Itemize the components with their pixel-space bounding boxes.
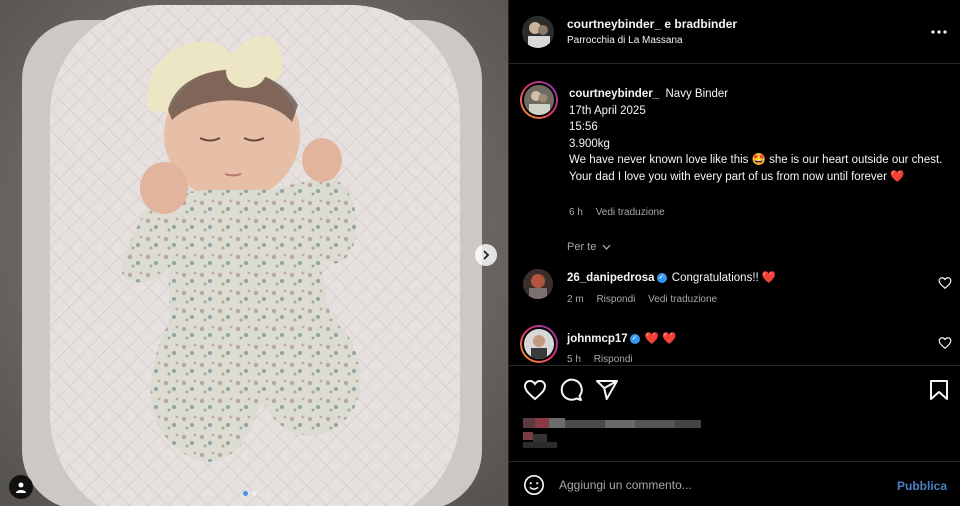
post-photo	[0, 0, 508, 506]
caption-line-5: We have never known love like this 🤩 she…	[569, 154, 943, 183]
user-tag-icon	[16, 482, 26, 493]
chevron-down-icon	[602, 244, 611, 251]
for-you-label: Per te	[567, 241, 597, 253]
avatar-image	[524, 85, 554, 115]
publish-button[interactable]: Pubblica	[897, 479, 947, 493]
caption-translate-link[interactable]: Vedi traduzione	[596, 207, 665, 218]
emoji-icon[interactable]	[523, 474, 545, 496]
next-slide-button[interactable]	[475, 244, 497, 266]
post-actions	[509, 365, 960, 461]
comment-meta: 2 m Rispondi Vedi traduzione	[567, 294, 727, 305]
comment-username[interactable]: johnmcp17	[567, 333, 628, 345]
share-icon[interactable]	[595, 378, 619, 402]
caption-line-3: 15:56	[569, 121, 598, 133]
comment-body: 26_danipedrosa ✓ Congratulations!! ❤️	[567, 270, 776, 284]
tagged-users-button[interactable]	[9, 475, 33, 499]
chevron-right-icon	[483, 250, 490, 260]
post-authors[interactable]: courtneybinder_ e bradbinder	[567, 17, 737, 31]
comment-input[interactable]	[559, 476, 859, 494]
caption-username[interactable]: courtneybinder_	[569, 88, 659, 100]
carousel-dot	[252, 491, 257, 496]
carousel-indicator	[243, 491, 257, 496]
verified-icon: ✓	[629, 333, 640, 344]
post-panel: courtneybinder_ e bradbinder Parrocchia …	[508, 0, 960, 506]
reply-link[interactable]: Rispondi	[594, 354, 633, 365]
caption-text: courtneybinder_ Navy Binder 17th April 2…	[569, 86, 949, 185]
comment-translate-link[interactable]: Vedi traduzione	[648, 294, 717, 305]
more-options-button[interactable]	[929, 22, 949, 42]
post-media[interactable]	[0, 0, 508, 506]
post-header: courtneybinder_ e bradbinder Parrocchia …	[509, 0, 960, 64]
comment-composer: Pubblica	[509, 461, 960, 506]
more-icon	[931, 30, 947, 34]
caption-avatar[interactable]	[520, 81, 558, 119]
comment-avatar[interactable]	[523, 269, 553, 299]
caption-meta: 6 h Vedi traduzione	[569, 207, 675, 218]
caption-line-1: Navy Binder	[665, 88, 729, 100]
reply-link[interactable]: Rispondi	[596, 294, 635, 305]
caption-time: 6 h	[569, 207, 583, 218]
bookmark-icon[interactable]	[927, 378, 951, 402]
for-you-filter[interactable]: Per te	[567, 241, 611, 253]
avatar-image	[522, 16, 554, 48]
comments-list[interactable]: courtneybinder_ Navy Binder 17th April 2…	[509, 65, 960, 365]
comment-icon[interactable]	[559, 378, 583, 402]
author-avatar[interactable]	[522, 16, 554, 48]
comment-time: 5 h	[567, 354, 581, 365]
comment-text: ❤️ ❤️	[644, 333, 677, 345]
heart-icon[interactable]	[938, 336, 952, 350]
comment-username[interactable]: 26_danipedrosa	[567, 272, 655, 284]
heart-icon[interactable]	[523, 378, 547, 402]
caption-line-4: 3.900kg	[569, 137, 610, 150]
verified-icon: ✓	[656, 272, 667, 283]
comment-body: johnmcp17 ✓ ❤️ ❤️	[567, 331, 677, 345]
comment-time: 2 m	[567, 294, 584, 305]
caption-line-2: 17th April 2025	[569, 104, 646, 117]
comment-text: Congratulations!! ❤️	[671, 272, 777, 284]
likes-summary-blurred	[523, 418, 701, 448]
comment-avatar[interactable]	[520, 325, 558, 363]
heart-icon[interactable]	[938, 276, 952, 290]
post-location[interactable]: Parrocchia di La Massana	[567, 35, 683, 46]
avatar-image	[524, 329, 554, 359]
carousel-dot-active	[243, 491, 248, 496]
comment-meta: 5 h Rispondi	[567, 354, 643, 365]
avatar-image	[523, 269, 553, 299]
